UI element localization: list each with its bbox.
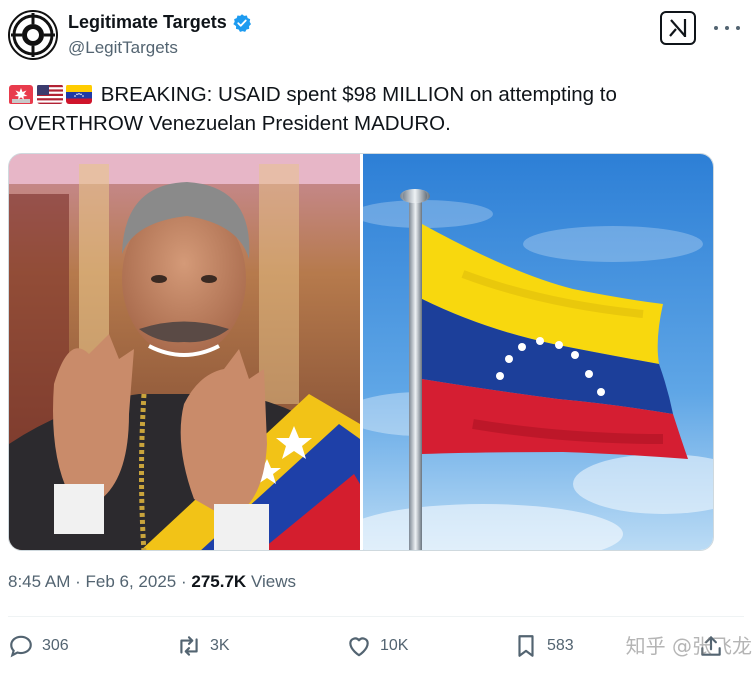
venezuela-flag-photo[interactable] <box>362 154 713 550</box>
tweet-meta: 8:45 AM · Feb 6, 2025 · 275.7K Views <box>8 572 296 592</box>
more-icon[interactable] <box>714 18 740 38</box>
divider <box>8 616 744 617</box>
tweet-body: BREAKING: USAID spent $98 MILLION on att… <box>8 83 617 135</box>
watermark: 知乎 @张飞龙 <box>625 634 752 658</box>
handle[interactable]: @LegitTargets <box>68 38 178 58</box>
repost-icon <box>180 636 198 656</box>
like-count: 10K <box>380 637 409 654</box>
tweet-time[interactable]: 8:45 AM <box>8 572 70 591</box>
heart-icon <box>349 637 369 657</box>
tweet-date[interactable]: Feb 6, 2025 <box>86 572 177 591</box>
bookmark-button[interactable]: 583 <box>513 633 574 659</box>
repost-count: 3K <box>210 637 230 654</box>
reply-icon <box>10 635 32 658</box>
avatar[interactable] <box>8 10 58 60</box>
views-count: 275.7K <box>191 572 247 591</box>
verified-badge-icon <box>233 13 251 32</box>
tweet-media[interactable] <box>8 153 714 551</box>
display-name[interactable]: Legitimate Targets <box>68 12 227 33</box>
bookmark-icon <box>518 635 534 657</box>
meta-separator: · <box>180 572 192 591</box>
venezuela-flag-icon <box>66 84 92 104</box>
reply-button[interactable]: 306 <box>8 633 69 659</box>
tweet-text: BREAKING: USAID spent $98 MILLION on att… <box>8 80 728 138</box>
us-flag-icon <box>37 84 63 104</box>
name-row: Legitimate Targets <box>68 12 252 33</box>
grok-icon[interactable] <box>660 11 696 45</box>
reply-count: 306 <box>42 637 69 654</box>
rotating-light-icon <box>8 84 34 104</box>
repost-button[interactable]: 3K <box>176 633 230 659</box>
like-button[interactable]: 10K <box>346 633 408 659</box>
tweet-header: Legitimate Targets @LegitTargets <box>8 10 744 62</box>
bookmark-count: 583 <box>547 637 574 654</box>
views-label: Views <box>250 572 296 591</box>
meta-separator: · <box>75 572 86 591</box>
maduro-photo[interactable] <box>9 154 360 550</box>
